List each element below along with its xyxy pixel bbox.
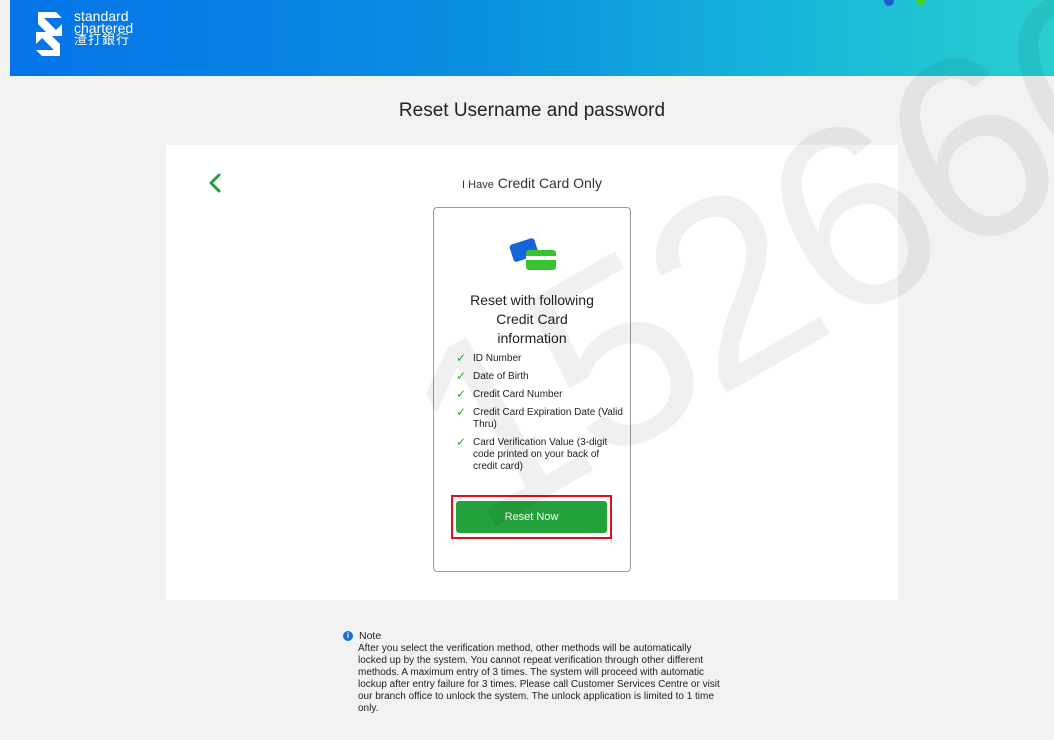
info-icon: i (343, 631, 353, 641)
reset-now-button[interactable]: Reset Now (456, 501, 607, 533)
list-item: ✓ Credit Card Expiration Date (Valid Thru… (456, 405, 626, 431)
requirement-label: Card Verification Value (3-digit code pr… (473, 437, 608, 472)
header-bar: standard chartered 渣打銀行 (10, 0, 1054, 76)
card-heading-text: Reset with following Credit Card informa… (470, 292, 594, 346)
requirement-label: ID Number (473, 353, 522, 364)
list-item: ✓ Date of Birth (456, 369, 626, 383)
brand-name: standard chartered 渣打銀行 (74, 9, 133, 47)
page: standard chartered 渣打銀行 Reset Username a… (0, 0, 1054, 740)
blue-dot-icon (884, 0, 894, 6)
check-icon: ✓ (456, 387, 467, 401)
method-subtitle: I Have Credit Card Only (166, 175, 898, 191)
note-header: i Note (343, 630, 723, 642)
method-card: Reset with following Credit Card informa… (433, 207, 631, 572)
check-icon: ✓ (456, 435, 467, 449)
check-icon: ✓ (456, 351, 467, 365)
requirement-label: Credit Card Number (473, 389, 563, 400)
check-icon: ✓ (456, 405, 467, 419)
method-subtitle-prefix: I Have (462, 179, 494, 191)
brand-name-chinese: 渣打銀行 (74, 32, 131, 47)
card-heading: Reset with following Credit Card informa… (434, 291, 630, 348)
list-item: ✓ Credit Card Number (456, 387, 626, 401)
requirements-list: ✓ ID Number ✓ Date of Birth ✓ Credit Card N… (456, 351, 626, 479)
note-title: Note (359, 630, 382, 642)
method-subtitle-text: Credit Card Only (497, 175, 602, 191)
standard-chartered-logo-icon (36, 12, 62, 56)
requirement-label: Date of Birth (473, 371, 529, 382)
page-title: Reset Username and password (398, 100, 666, 121)
note-body: After you select the verification method… (358, 643, 720, 714)
credit-cards-icon (509, 238, 556, 270)
note-section: i Note After you select the verification… (343, 630, 723, 715)
requirement-label: Credit Card Expiration Date (Valid Thru) (473, 407, 623, 430)
list-item: ✓ Card Verification Value (3-digit code p… (456, 435, 626, 473)
green-dot-icon (916, 0, 926, 6)
list-item: ✓ ID Number (456, 351, 626, 365)
top-indicators (884, 0, 926, 6)
brand-logo[interactable]: standard chartered 渣打銀行 (32, 9, 133, 58)
check-icon: ✓ (456, 369, 467, 383)
verification-panel: I Have Credit Card Only Reset with follo… (166, 145, 898, 600)
